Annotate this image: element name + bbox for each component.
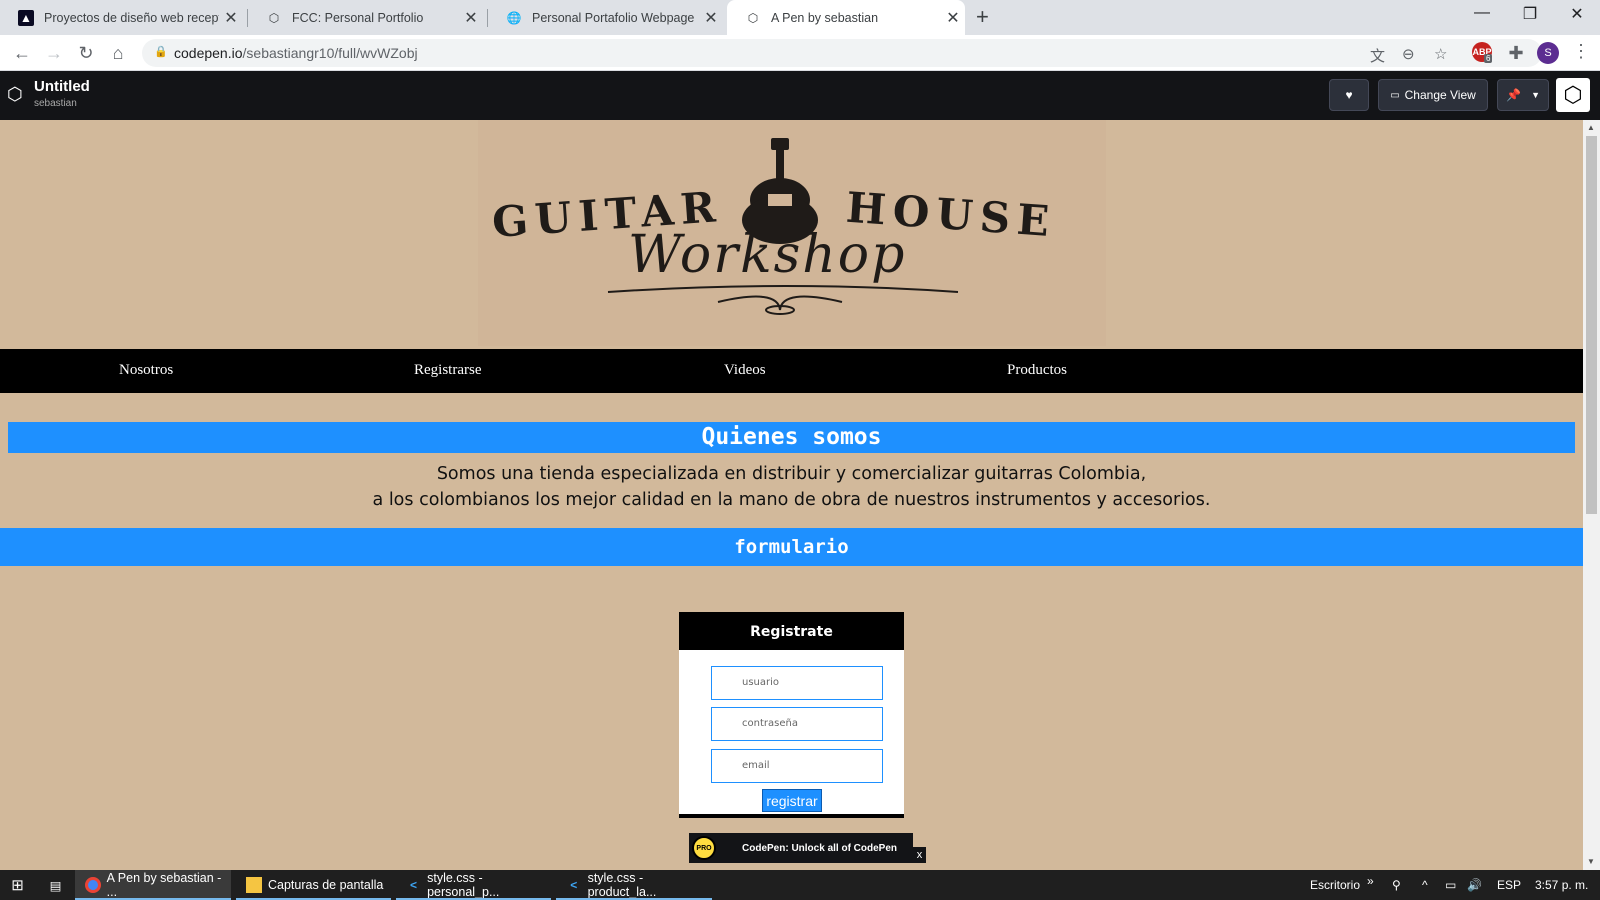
- back-button[interactable]: ←: [10, 41, 34, 65]
- pen-author[interactable]: sebastian: [34, 98, 77, 109]
- home-button[interactable]: ⌂: [106, 41, 130, 65]
- zoom-icon[interactable]: ⊖: [1402, 45, 1415, 63]
- close-window-button[interactable]: ✕: [1554, 4, 1600, 24]
- browser-tab-strip: ▲ Proyectos de diseño web recepti ✕ ⬡ FC…: [0, 0, 1600, 35]
- site-logo: GUITAR HOUSE Workshop: [478, 120, 1106, 346]
- close-tab-icon[interactable]: ✕: [459, 8, 483, 28]
- nav-link-nosotros[interactable]: Nosotros: [119, 362, 173, 379]
- page-viewport: GUITAR HOUSE Workshop Nosotros Registrar…: [0, 120, 1583, 870]
- pro-badge: PRO: [692, 836, 716, 860]
- chevron-down-icon: ▼: [1531, 90, 1540, 100]
- register-button[interactable]: registrar: [762, 789, 822, 812]
- taskbar-item[interactable]: < style.css - personal_p...: [396, 870, 551, 900]
- desktop-toolbar-label[interactable]: Escritorio: [1310, 878, 1360, 892]
- clock[interactable]: 3:57 p. m.: [1535, 878, 1588, 892]
- extension-badge: 6: [1484, 54, 1493, 63]
- taskbar-item[interactable]: A Pen by sebastian - ...: [75, 870, 231, 900]
- scroll-down-icon[interactable]: ▼: [1587, 857, 1595, 866]
- browser-toolbar: ← → ↻ ⌂ 🔒 codepen.io/sebastiangr10/full/…: [0, 35, 1600, 71]
- translate-icon[interactable]: 文: [1370, 45, 1385, 66]
- codepen-logo-icon[interactable]: ⬡: [7, 84, 29, 106]
- codepen-pro-banner[interactable]: PRO CodePen: Unlock all of CodePen: [689, 833, 913, 863]
- extensions-puzzle-icon[interactable]: ✚: [1504, 41, 1528, 65]
- lock-icon: 🔒: [154, 46, 168, 58]
- minimize-button[interactable]: —: [1459, 4, 1505, 22]
- windows-taskbar: ⊞ ▤ A Pen by sebastian - ... Capturas de…: [0, 870, 1600, 900]
- page-scrollbar[interactable]: ▲ ▼: [1583, 120, 1600, 870]
- tray-expand-icon[interactable]: ^: [1422, 878, 1428, 892]
- codepen-icon: ⬡: [268, 10, 280, 25]
- taskbar-item[interactable]: < style.css - product_la...: [556, 870, 712, 900]
- change-view-label: Change View: [1404, 88, 1476, 102]
- chrome-icon: [85, 877, 101, 893]
- pin-menu-button[interactable]: 📌 ▼: [1497, 79, 1549, 111]
- restore-button[interactable]: ❐: [1507, 4, 1553, 24]
- layout-icon: ▭: [1390, 89, 1400, 101]
- task-view-icon: ▤: [49, 878, 62, 893]
- close-tab-icon[interactable]: ✕: [941, 8, 965, 28]
- nav-link-videos[interactable]: Videos: [724, 362, 766, 379]
- password-input[interactable]: contraseña: [711, 707, 883, 741]
- change-view-button[interactable]: ▭ Change View: [1378, 79, 1488, 111]
- volume-icon[interactable]: 🔊: [1467, 878, 1482, 892]
- globe-icon: 🌐: [506, 10, 522, 25]
- task-view-button[interactable]: ▤: [38, 870, 73, 900]
- logo-word-workshop: Workshop: [628, 225, 907, 285]
- browser-tab[interactable]: 🌐 Personal Portafolio Webpage ✕: [488, 0, 723, 35]
- form-section-heading: formulario: [0, 528, 1583, 566]
- register-form-title: Registrate: [679, 612, 904, 650]
- folder-icon: [246, 877, 262, 893]
- about-text: Somos una tienda especializada en distri…: [372, 464, 1211, 510]
- site-nav: Nosotros Registrarse Videos Productos: [0, 349, 1583, 393]
- tab-title: Personal Portafolio Webpage: [532, 10, 695, 25]
- close-tab-icon[interactable]: ✕: [699, 8, 723, 28]
- taskbar-item[interactable]: Capturas de pantalla: [236, 870, 391, 900]
- codepen-icon: ⬡: [747, 10, 759, 25]
- vscode-icon: <: [410, 878, 418, 892]
- reload-button[interactable]: ↻: [74, 41, 98, 65]
- profile-avatar[interactable]: S: [1537, 42, 1559, 64]
- username-input[interactable]: usuario: [711, 666, 883, 700]
- register-form: Registrate usuario contraseña email regi…: [679, 612, 904, 818]
- browser-tab[interactable]: ▲ Proyectos de diseño web recepti ✕: [0, 0, 243, 35]
- codepen-header: ⬡ Untitled sebastian ♥ ▭ Change View 📌 ▼…: [0, 71, 1600, 120]
- nav-link-registrarse[interactable]: Registrarse: [414, 362, 481, 379]
- chevron-right-icon[interactable]: »: [1367, 874, 1374, 888]
- nav-link-productos[interactable]: Productos: [1007, 362, 1067, 379]
- network-icon[interactable]: ▭: [1445, 878, 1456, 892]
- heart-button[interactable]: ♥: [1329, 79, 1369, 111]
- language-indicator[interactable]: ESP: [1497, 878, 1521, 892]
- tab-title: Proyectos de diseño web recepti: [44, 10, 219, 25]
- new-tab-button[interactable]: +: [976, 4, 989, 30]
- pin-icon: 📌: [1506, 88, 1521, 102]
- windows-icon: ⊞: [11, 877, 24, 894]
- tab-title: A Pen by sebastian: [771, 10, 879, 25]
- close-tab-icon[interactable]: ✕: [219, 8, 243, 28]
- bookmark-star-icon[interactable]: ☆: [1434, 45, 1447, 63]
- user-avatar[interactable]: ⬡: [1556, 78, 1590, 112]
- start-button[interactable]: ⊞: [0, 870, 35, 900]
- fcc-icon: ▲: [18, 9, 34, 26]
- promo-text: CodePen: Unlock all of CodePen: [742, 842, 898, 854]
- vscode-icon: <: [570, 878, 578, 892]
- email-input[interactable]: email: [711, 749, 883, 783]
- scrollbar-thumb[interactable]: [1586, 136, 1597, 514]
- pen-title[interactable]: Untitled: [34, 78, 90, 95]
- heart-icon: ♥: [1345, 88, 1353, 102]
- browser-tab[interactable]: ⬡ FCC: Personal Portfolio ✕: [248, 0, 483, 35]
- people-icon[interactable]: ⚲: [1392, 878, 1401, 892]
- scroll-up-icon[interactable]: ▲: [1587, 123, 1595, 132]
- browser-tab-active[interactable]: ⬡ A Pen by sebastian ✕: [727, 0, 965, 35]
- chrome-menu-icon[interactable]: ⋮: [1572, 41, 1590, 62]
- forward-button[interactable]: →: [42, 41, 66, 65]
- about-heading: Quienes somos: [8, 422, 1575, 453]
- tab-title: FCC: Personal Portfolio: [292, 10, 424, 25]
- url-text: codepen.io/sebastiangr10/full/wvWZobj: [174, 45, 418, 61]
- close-promo-button[interactable]: x: [913, 847, 926, 863]
- address-bar[interactable]: 🔒 codepen.io/sebastiangr10/full/wvWZobj …: [142, 39, 1542, 67]
